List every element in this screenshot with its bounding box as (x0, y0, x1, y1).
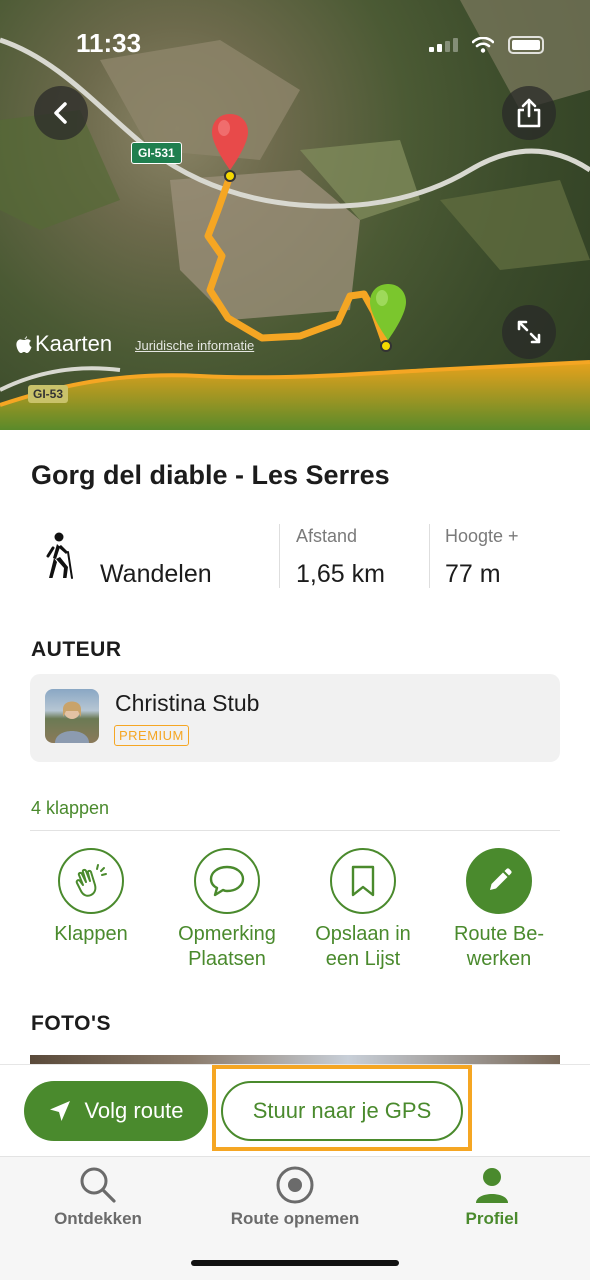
home-indicator (191, 1260, 399, 1266)
save-label-line-2: een Lijst (325, 948, 401, 970)
author-section-title: AUTEUR (31, 638, 122, 661)
stats-divider (429, 524, 430, 588)
elevation-label: Hoogte + (445, 526, 519, 546)
pencil-icon (490, 868, 512, 890)
tab-profile[interactable]: Profiel (394, 1165, 590, 1229)
person-icon (476, 1168, 508, 1203)
avatar-person-icon (55, 701, 89, 743)
follow-route-label: Volg route (84, 1098, 184, 1123)
elevation-value: 77 m (445, 560, 501, 588)
cellular-signal-icon (429, 38, 458, 52)
clap-icon (75, 864, 107, 897)
comment-icon (209, 865, 245, 897)
tab-discover-label: Ontdekken (54, 1209, 142, 1228)
clap-button[interactable]: Klappen (23, 848, 159, 947)
status-time: 11:33 (76, 28, 142, 58)
tab-record-route[interactable]: Route opnemen (197, 1165, 393, 1229)
comment-circle (194, 848, 260, 914)
status-icons (429, 36, 544, 54)
end-pin-icon[interactable] (210, 112, 250, 172)
save-to-list-button[interactable]: Opslaan in een Lijst (295, 848, 431, 972)
stats-divider (279, 524, 280, 588)
start-pin-icon[interactable] (368, 282, 408, 342)
chevron-left-icon (54, 102, 67, 124)
distance-label: Afstand (296, 526, 358, 546)
route-stats: Wandelen Afstand 1,65 km Hoogte + 77 m (30, 520, 560, 592)
apple-logo-icon (16, 336, 32, 353)
edit-route-label: Route Be- werken (431, 922, 567, 972)
maps-brand: Kaarten (16, 331, 112, 357)
activity-type: Wandelen (30, 520, 278, 592)
clap-label: Klappen (23, 922, 159, 947)
save-label-line-1: Opslaan in (315, 923, 411, 945)
premium-badge: PREMIUM (114, 725, 189, 746)
avatar (45, 689, 99, 743)
status-bar: 11:33 (0, 0, 590, 90)
send-to-gps-button[interactable]: Stuur naar je GPS (221, 1081, 463, 1141)
back-button[interactable] (34, 86, 88, 140)
edit-route-button[interactable]: Route Be- werken (431, 848, 567, 972)
bookmark-circle (330, 848, 396, 914)
comment-label-line-2: Plaatsen (188, 948, 266, 970)
maps-brand-label: Kaarten (35, 331, 113, 356)
road-label: GI-531 (131, 142, 182, 164)
comment-label: Opmerking Plaatsen (159, 922, 295, 972)
expand-icon (517, 320, 541, 344)
author-name: Christina Stub (115, 690, 260, 716)
hiker-icon (46, 532, 73, 579)
divider (30, 830, 560, 831)
clap-label-line: Klappen (54, 923, 128, 945)
follow-route-button[interactable]: Volg route (24, 1081, 208, 1141)
expand-map-button[interactable] (502, 305, 556, 359)
tab-discover[interactable]: Ontdekken (0, 1165, 196, 1229)
route-title: Gorg del diable - Les Serres (31, 460, 390, 490)
search-icon (80, 1167, 116, 1203)
share-icon (517, 98, 541, 128)
save-to-list-label: Opslaan in een Lijst (295, 922, 431, 972)
comment-label-line-1: Opmerking (178, 923, 276, 945)
navigation-arrow-icon (50, 1101, 71, 1121)
tab-profile-label: Profiel (465, 1209, 519, 1228)
record-icon (276, 1166, 314, 1204)
edit-label-line-2: werken (466, 948, 532, 970)
distance-value: 1,65 km (296, 560, 385, 588)
battery-icon (508, 36, 544, 54)
tab-record-label: Route opnemen (230, 1209, 360, 1228)
activity-label: Wandelen (100, 560, 212, 588)
photos-section-title: FOTO'S (31, 1012, 111, 1035)
bookmark-icon (351, 865, 375, 897)
road-label-secondary: GI-53 (28, 385, 69, 403)
wifi-icon (472, 37, 494, 53)
legal-link[interactable]: Juridische informatie (135, 338, 254, 353)
author-card[interactable]: Christina Stub PREMIUM (30, 674, 560, 762)
claps-count[interactable]: 4 klappen (31, 798, 109, 819)
clap-circle (58, 848, 124, 914)
edit-label-line-1: Route Be- (453, 923, 545, 945)
comment-button[interactable]: Opmerking Plaatsen (159, 848, 295, 972)
share-button[interactable] (502, 86, 556, 140)
edit-circle (466, 848, 532, 914)
